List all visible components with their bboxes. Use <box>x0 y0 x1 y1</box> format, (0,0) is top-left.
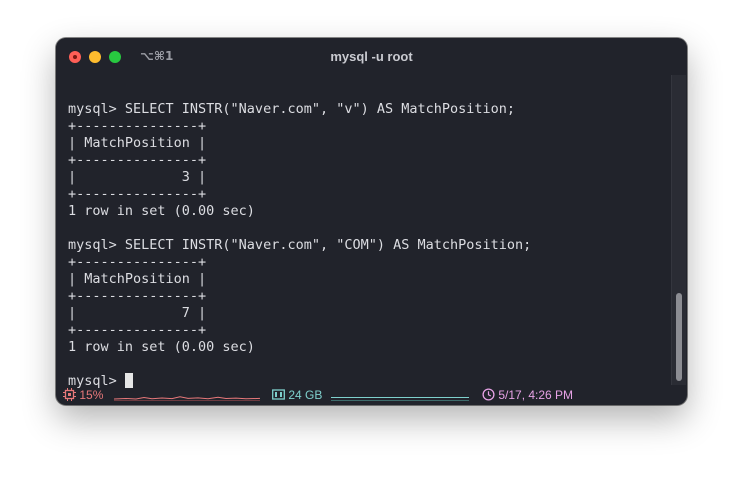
table-border: +---------------+ <box>68 254 207 270</box>
window-title: mysql -u root <box>330 49 413 64</box>
table-border: +---------------+ <box>68 322 207 338</box>
table-border: +---------------+ <box>68 288 207 304</box>
terminal-output[interactable]: mysql> SELECT INSTR("Naver.com", "v") AS… <box>68 84 668 389</box>
memory-status: 24 GB <box>272 388 322 402</box>
table-border: +---------------+ <box>68 186 207 202</box>
cpu-chip-icon <box>63 388 76 401</box>
table-row: | 7 | <box>68 305 207 321</box>
scrollbar[interactable] <box>671 75 686 385</box>
table-header: | MatchPosition | <box>68 271 207 287</box>
memory-history-graph <box>331 397 469 401</box>
memory-usage-value: 24 GB <box>288 388 323 402</box>
result-summary: 1 row in set (0.00 sec) <box>68 339 255 355</box>
table-border: +---------------+ <box>68 152 207 168</box>
clock-icon <box>482 388 495 401</box>
table-header: | MatchPosition | <box>68 135 207 151</box>
title-bar: ⌥⌘1 mysql -u root <box>56 38 687 75</box>
table-border: +---------------+ <box>68 118 207 134</box>
date-time-value: 5/17, 4:26 PM <box>498 388 574 402</box>
memory-module-icon <box>272 389 285 400</box>
terminal-window: ⌥⌘1 mysql -u root mysql> SELECT INSTR("N… <box>56 38 687 405</box>
cpu-usage-value: 15% <box>79 388 104 402</box>
command-line: mysql> SELECT INSTR("Naver.com", "v") AS… <box>68 101 516 117</box>
cpu-status: 15% <box>63 388 103 402</box>
scrollbar-thumb[interactable] <box>676 293 682 381</box>
clock-status: 5/17, 4:26 PM <box>482 388 573 402</box>
command-line: mysql> SELECT INSTR("Naver.com", "COM") … <box>68 237 532 253</box>
table-row: | 3 | <box>68 169 207 185</box>
cpu-history-graph <box>114 396 260 401</box>
status-bar: 15% 24 GB 5/17, 4:26 PM <box>56 385 687 405</box>
result-summary: 1 row in set (0.00 sec) <box>68 203 255 219</box>
